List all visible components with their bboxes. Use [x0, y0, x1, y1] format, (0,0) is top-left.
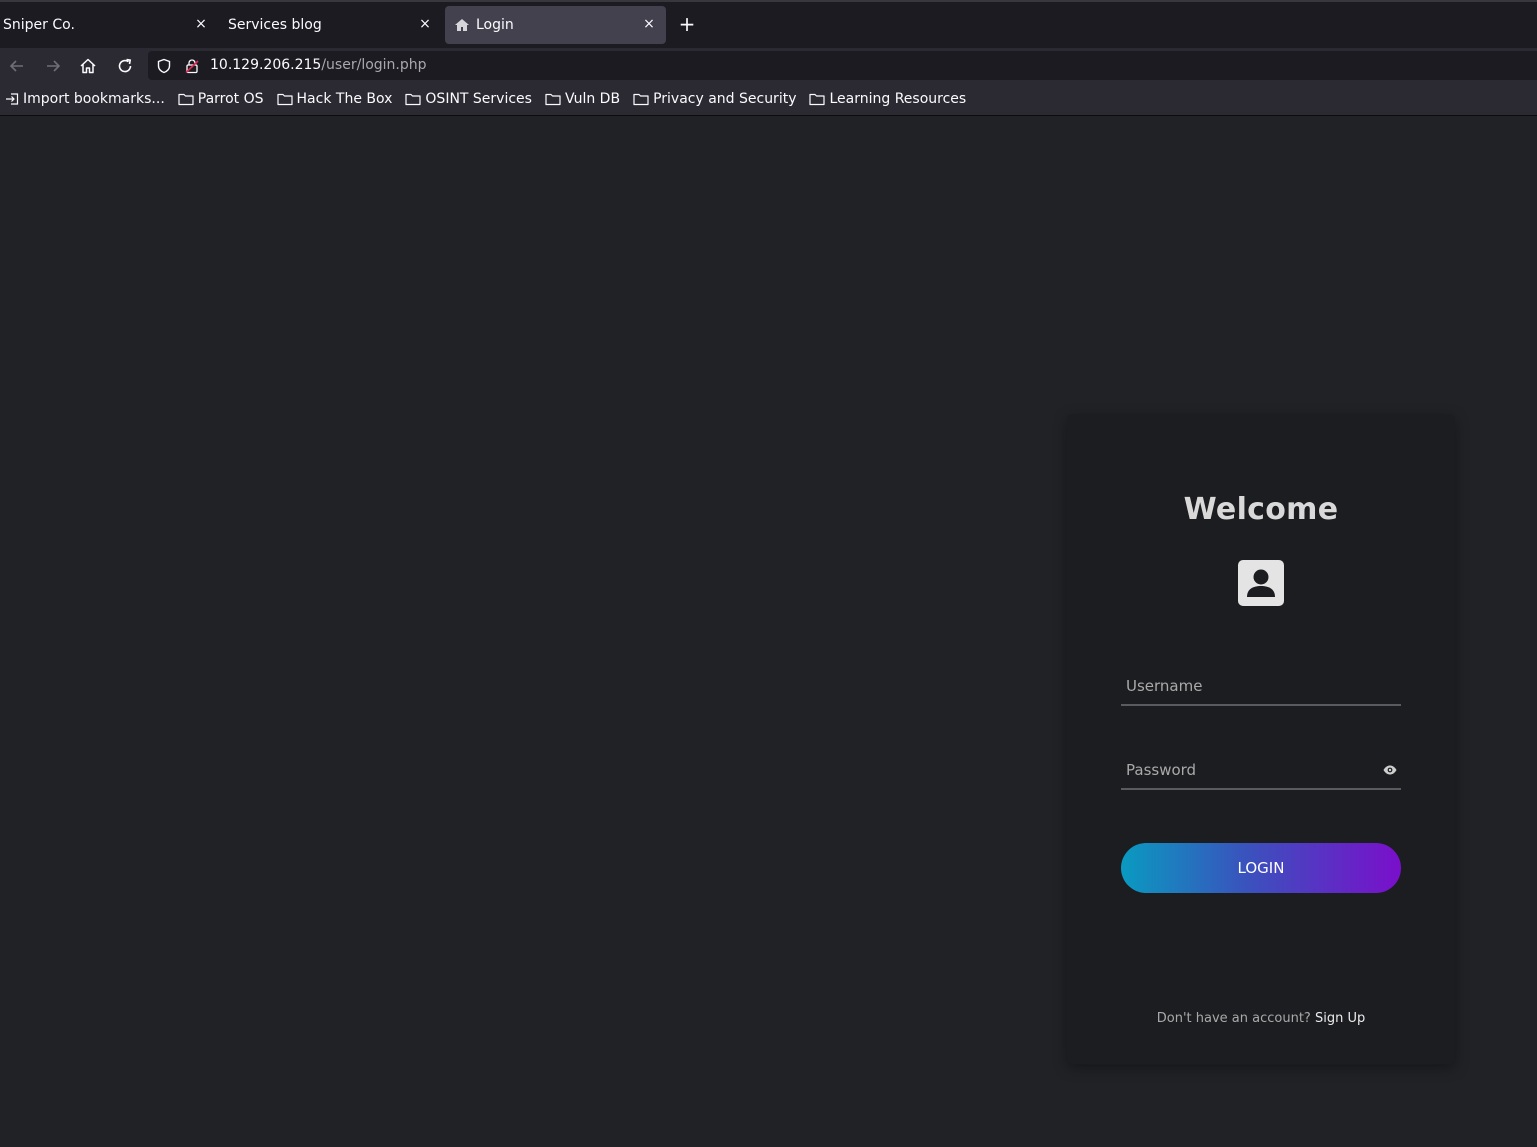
navigation-bar: 10.129.206.215/user/login.php — [0, 48, 1537, 83]
home-icon[interactable] — [77, 55, 99, 77]
url-host: 10.129.206.215 — [210, 57, 322, 73]
tab-sniper-co[interactable]: Sniper Co. × — [0, 6, 218, 44]
username-field — [1121, 668, 1401, 706]
welcome-heading: Welcome — [1183, 492, 1339, 527]
bookmark-label: Learning Resources — [829, 91, 967, 107]
tab-strip: Sniper Co. × Services blog × Login × + — [0, 0, 1537, 48]
url-text[interactable]: 10.129.206.215/user/login.php — [210, 57, 427, 73]
url-bar[interactable]: 10.129.206.215/user/login.php — [148, 51, 1537, 80]
tab-title: Sniper Co. — [3, 17, 75, 33]
bookmark-label: Import bookmarks... — [23, 91, 165, 107]
insecure-lock-icon[interactable] — [184, 58, 200, 78]
bookmark-label: Parrot OS — [197, 91, 264, 107]
login-card: Welcome LOGIN Don't have an account? Sig… — [1067, 414, 1455, 1064]
bookmark-osint-services[interactable]: OSINT Services — [405, 91, 532, 107]
forward-icon[interactable] — [42, 55, 64, 77]
tab-title: Login — [476, 17, 514, 33]
reload-icon[interactable] — [114, 55, 136, 77]
bookmark-hack-the-box[interactable]: Hack The Box — [276, 91, 393, 107]
bookmark-import[interactable]: Import bookmarks... — [5, 91, 165, 107]
bookmarks-bar: Import bookmarks... Parrot OS Hack The B… — [0, 83, 1537, 116]
user-contact-icon — [1238, 560, 1284, 606]
folder-icon — [545, 93, 561, 106]
bookmark-label: OSINT Services — [425, 91, 532, 107]
back-icon[interactable] — [6, 55, 28, 77]
folder-icon — [405, 93, 422, 106]
bookmark-label: Privacy and Security — [653, 91, 797, 107]
show-password-eye-icon[interactable] — [1383, 760, 1397, 775]
shield-icon[interactable] — [156, 58, 172, 78]
import-icon — [6, 93, 19, 105]
folder-icon — [809, 93, 826, 106]
bookmark-learning-resources[interactable]: Learning Resources — [809, 91, 966, 107]
sign-up-link[interactable]: Sign Up — [1315, 1011, 1365, 1026]
signup-prompt-text: Don't have an account? — [1156, 1011, 1311, 1026]
bookmark-label: Hack The Box — [296, 91, 393, 107]
bookmark-parrot-os[interactable]: Parrot OS — [178, 91, 264, 107]
signup-prompt: Don't have an account? Sign Up — [1067, 1011, 1455, 1026]
password-field — [1121, 752, 1401, 790]
tab-title: Services blog — [228, 17, 322, 33]
login-button[interactable]: LOGIN — [1121, 843, 1401, 893]
close-icon[interactable]: × — [194, 17, 208, 31]
new-tab-button[interactable]: + — [677, 14, 697, 34]
page-content: Welcome LOGIN Don't have an account? Sig… — [0, 116, 1537, 1147]
url-path: /user/login.php — [321, 57, 427, 73]
close-icon[interactable]: × — [642, 17, 656, 31]
bookmark-vuln-db[interactable]: Vuln DB — [545, 91, 620, 107]
folder-icon — [178, 93, 194, 106]
bookmark-privacy-security[interactable]: Privacy and Security — [633, 91, 796, 107]
close-icon[interactable]: × — [418, 17, 432, 31]
folder-icon — [276, 93, 293, 106]
tab-services-blog[interactable]: Services blog × — [218, 6, 442, 44]
folder-icon — [633, 93, 649, 106]
password-input[interactable] — [1121, 752, 1401, 788]
username-input[interactable] — [1121, 668, 1401, 704]
tab-login[interactable]: Login × — [445, 6, 666, 44]
bookmark-label: Vuln DB — [564, 91, 621, 107]
home-favicon-icon — [454, 17, 470, 33]
